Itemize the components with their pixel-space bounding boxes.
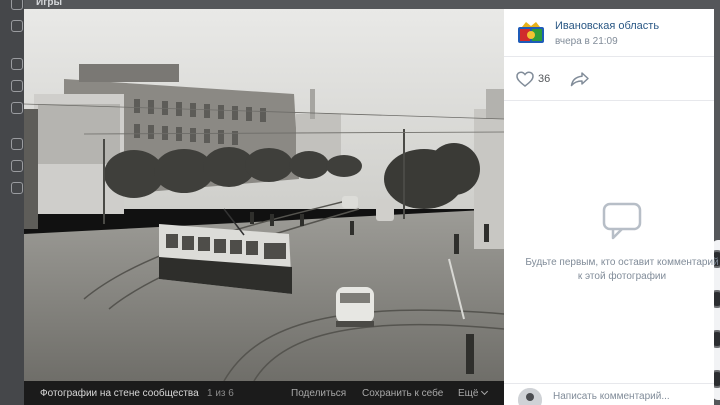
coat-of-arms-icon[interactable] xyxy=(516,21,546,47)
photo-actions: 36 xyxy=(504,57,714,101)
nav-icon[interactable] xyxy=(11,102,23,114)
more-menu-button[interactable]: Ещё xyxy=(458,387,489,399)
nav-icon[interactable] xyxy=(11,138,23,150)
heart-icon xyxy=(516,71,534,87)
comment-composer: Написать комментарий... xyxy=(504,383,714,405)
chevron-down-icon xyxy=(481,387,489,396)
left-nav-strip xyxy=(0,0,24,405)
photo-counter: 1 из 6 xyxy=(207,388,234,399)
album-title[interactable]: Фотографии на стене сообщества xyxy=(40,388,199,399)
nav-icon[interactable] xyxy=(11,182,23,194)
photo-viewer: Фотографии на стене сообщества 1 из 6 По… xyxy=(24,9,504,405)
avatar[interactable] xyxy=(518,388,542,405)
share-arrow-icon xyxy=(570,72,589,87)
share-button[interactable]: Поделиться xyxy=(291,388,346,399)
like-count: 36 xyxy=(538,73,551,85)
comment-input[interactable]: Написать комментарий... xyxy=(553,391,670,402)
save-to-album-button[interactable]: Сохранить к себе xyxy=(362,388,443,399)
post-time[interactable]: вчера в 21:09 xyxy=(555,36,618,47)
games-icon[interactable] xyxy=(11,0,23,10)
group-header: Ивановская область вчера в 21:09 xyxy=(504,9,714,57)
like-button[interactable]: 36 xyxy=(516,69,556,89)
photo[interactable] xyxy=(24,9,504,381)
speech-bubble-icon xyxy=(602,202,642,240)
games-nav-label[interactable]: Игры xyxy=(36,0,62,8)
share-post-button[interactable] xyxy=(570,69,592,89)
user-avatar-icon xyxy=(518,388,542,405)
nav-icon[interactable] xyxy=(11,160,23,172)
side-panel: Ивановская область вчера в 21:09 36 Будь… xyxy=(504,9,719,405)
no-comments-message: Будьте первым, кто оставит комментарий к… xyxy=(525,257,719,282)
nav-icon[interactable] xyxy=(11,58,23,70)
viewer-bottom-bar: Фотографии на стене сообщества 1 из 6 По… xyxy=(24,381,504,405)
group-name[interactable]: Ивановская область xyxy=(555,20,659,32)
nav-icon[interactable] xyxy=(11,80,23,92)
menu-icon[interactable] xyxy=(11,20,23,32)
more-label: Ещё xyxy=(458,388,479,399)
